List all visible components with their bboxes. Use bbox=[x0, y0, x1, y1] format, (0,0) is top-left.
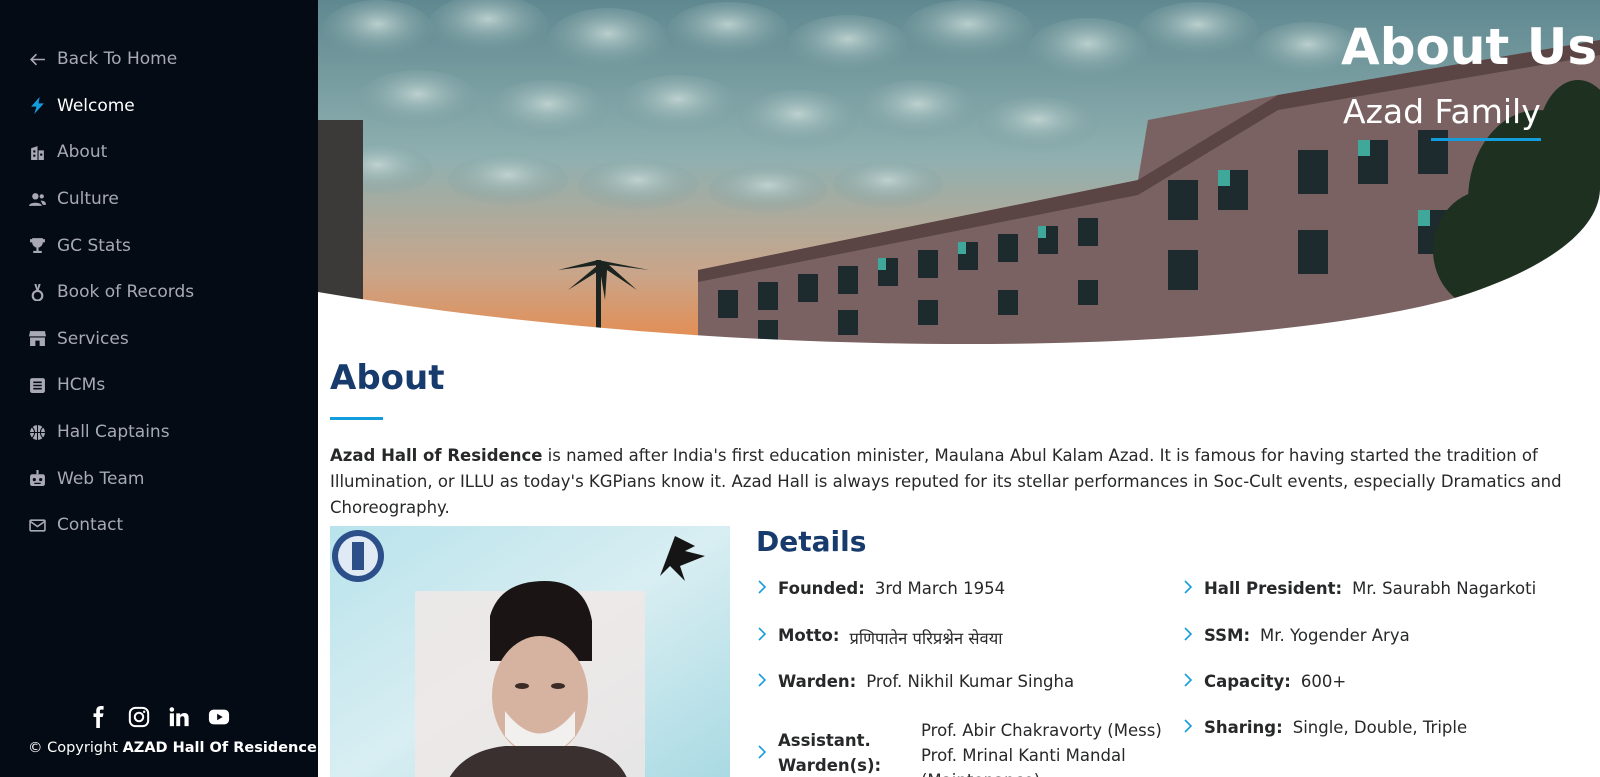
assistant-warden-1: Prof. Abir Chakravorty (Mess) bbox=[921, 721, 1162, 740]
detail-assistant-warden-label: Assistant. Warden(s): bbox=[778, 731, 882, 775]
detail-sharing: Sharing: Single, Double, Triple bbox=[1182, 718, 1467, 738]
shop-icon bbox=[28, 330, 46, 348]
sidebar-item-contact[interactable]: Contact bbox=[0, 502, 318, 549]
envelope-icon bbox=[28, 516, 46, 534]
detail-value: Prof. Nikhil Kumar Singha bbox=[866, 672, 1075, 691]
sidebar-nav: Back To Home Welcome About Culture GC St… bbox=[0, 0, 318, 549]
sidebar-item-label: Book of Records bbox=[57, 282, 195, 303]
hero-banner: About Us Azad Family bbox=[318, 0, 1600, 350]
detail-ssm: SSM: Mr. Yogender Arya bbox=[1182, 626, 1410, 646]
chevron-right-icon bbox=[1182, 718, 1196, 738]
sidebar-item-label: Culture bbox=[57, 189, 119, 210]
assistant-warden-2-role: (Maintenance) bbox=[921, 768, 1162, 777]
chevron-right-icon bbox=[1182, 626, 1196, 646]
medal-icon bbox=[28, 283, 46, 301]
robot-icon bbox=[28, 470, 46, 488]
about-paragraph: Azad Hall of Residence is named after In… bbox=[330, 443, 1590, 521]
chevron-right-icon bbox=[756, 579, 770, 599]
section-title: About bbox=[330, 358, 445, 398]
facebook-icon[interactable] bbox=[86, 704, 112, 730]
copyright: © Copyright AZAD Hall Of Residence bbox=[28, 740, 317, 756]
sidebar-item-label: About bbox=[57, 142, 108, 163]
linkedin-icon[interactable] bbox=[166, 704, 192, 730]
sidebar-item-label: Web Team bbox=[57, 468, 145, 489]
detail-assistant-warden-values: Prof. Abir Chakravorty (Mess) Prof. Mrin… bbox=[921, 718, 1162, 777]
copyright-prefix: © Copyright bbox=[28, 740, 118, 756]
detail-label: Hall President: bbox=[1204, 579, 1343, 598]
sidebar-item-book-of-records[interactable]: Book of Records bbox=[0, 269, 318, 316]
detail-value: Mr. Yogender Arya bbox=[1260, 626, 1410, 645]
detail-value: Mr. Saurabh Nagarkoti bbox=[1352, 579, 1537, 598]
sidebar-item-back-to-home[interactable]: Back To Home bbox=[0, 36, 318, 83]
details-title: Details bbox=[756, 525, 867, 558]
social-links bbox=[0, 704, 318, 730]
sidebar-item-hall-captains[interactable]: Hall Captains bbox=[0, 409, 318, 456]
detail-label: Warden: bbox=[778, 672, 857, 691]
chevron-right-icon bbox=[1182, 672, 1196, 692]
detail-motto: Motto: प्रणिपातेन परिप्रश्नेन सेवया bbox=[756, 626, 1003, 649]
detail-founded: Founded: 3rd March 1954 bbox=[756, 579, 1005, 599]
hero-underline bbox=[1431, 138, 1541, 141]
detail-assistant-chevron bbox=[756, 744, 778, 764]
sidebar-item-hcms[interactable]: HCMs bbox=[0, 362, 318, 409]
lightning-icon bbox=[28, 97, 46, 115]
trophy-icon bbox=[28, 237, 46, 255]
detail-warden: Warden: Prof. Nikhil Kumar Singha bbox=[756, 672, 1074, 692]
detail-value: Single, Double, Triple bbox=[1292, 718, 1468, 737]
copyright-name: AZAD Hall Of Residence bbox=[122, 740, 317, 756]
sidebar-item-label: Welcome bbox=[57, 95, 135, 116]
sidebar-item-gc-stats[interactable]: GC Stats bbox=[0, 222, 318, 269]
people-icon bbox=[28, 190, 46, 208]
detail-value: 600+ bbox=[1300, 672, 1347, 691]
sidebar-item-web-team[interactable]: Web Team bbox=[0, 455, 318, 502]
sidebar-item-label: HCMs bbox=[57, 375, 106, 396]
sidebar-item-culture[interactable]: Culture bbox=[0, 176, 318, 223]
detail-label: SSM: bbox=[1204, 626, 1251, 645]
detail-capacity: Capacity: 600+ bbox=[1182, 672, 1346, 692]
detail-label: Capacity: bbox=[1204, 672, 1291, 691]
detail-value: 3rd March 1954 bbox=[874, 579, 1006, 598]
page: Back To Home Welcome About Culture GC St… bbox=[0, 0, 1600, 777]
list-icon bbox=[28, 376, 46, 394]
sidebar-item-label: Services bbox=[57, 328, 129, 349]
sidebar-item-label: Contact bbox=[57, 515, 124, 536]
assistant-warden-2: Prof. Mrinal Kanti Mandal bbox=[921, 746, 1126, 765]
sidebar-item-label: GC Stats bbox=[57, 235, 131, 256]
hero-title: About Us bbox=[1341, 18, 1598, 76]
chevron-right-icon bbox=[756, 626, 770, 646]
detail-label: Motto: bbox=[778, 626, 840, 645]
section-underline bbox=[330, 417, 383, 420]
instagram-icon[interactable] bbox=[126, 704, 152, 730]
sidebar-item-label: Hall Captains bbox=[57, 422, 170, 443]
sidebar-item-welcome[interactable]: Welcome bbox=[0, 83, 318, 130]
chevron-right-icon bbox=[756, 744, 770, 764]
chevron-right-icon bbox=[1182, 579, 1196, 599]
detail-label: Sharing: bbox=[1204, 718, 1283, 737]
arrow-left-icon bbox=[28, 50, 46, 68]
detail-value: प्रणिपातेन परिप्रश्नेन सेवया bbox=[849, 629, 1003, 648]
sidebar-item-about[interactable]: About bbox=[0, 129, 318, 176]
detail-label: Founded: bbox=[778, 579, 865, 598]
chevron-right-icon bbox=[756, 672, 770, 692]
ball-icon bbox=[28, 423, 46, 441]
detail-hall-president: Hall President: Mr. Saurabh Nagarkoti bbox=[1182, 579, 1536, 599]
youtube-icon[interactable] bbox=[206, 704, 232, 730]
sidebar-item-label: Back To Home bbox=[57, 49, 178, 70]
about-hall-name: Azad Hall of Residence bbox=[330, 446, 543, 465]
hero-subtitle: Azad Family bbox=[1343, 92, 1541, 131]
building-icon bbox=[28, 143, 46, 161]
sidebar: Back To Home Welcome About Culture GC St… bbox=[0, 0, 318, 777]
sidebar-item-services[interactable]: Services bbox=[0, 316, 318, 363]
maulana-azad-portrait bbox=[330, 526, 730, 777]
